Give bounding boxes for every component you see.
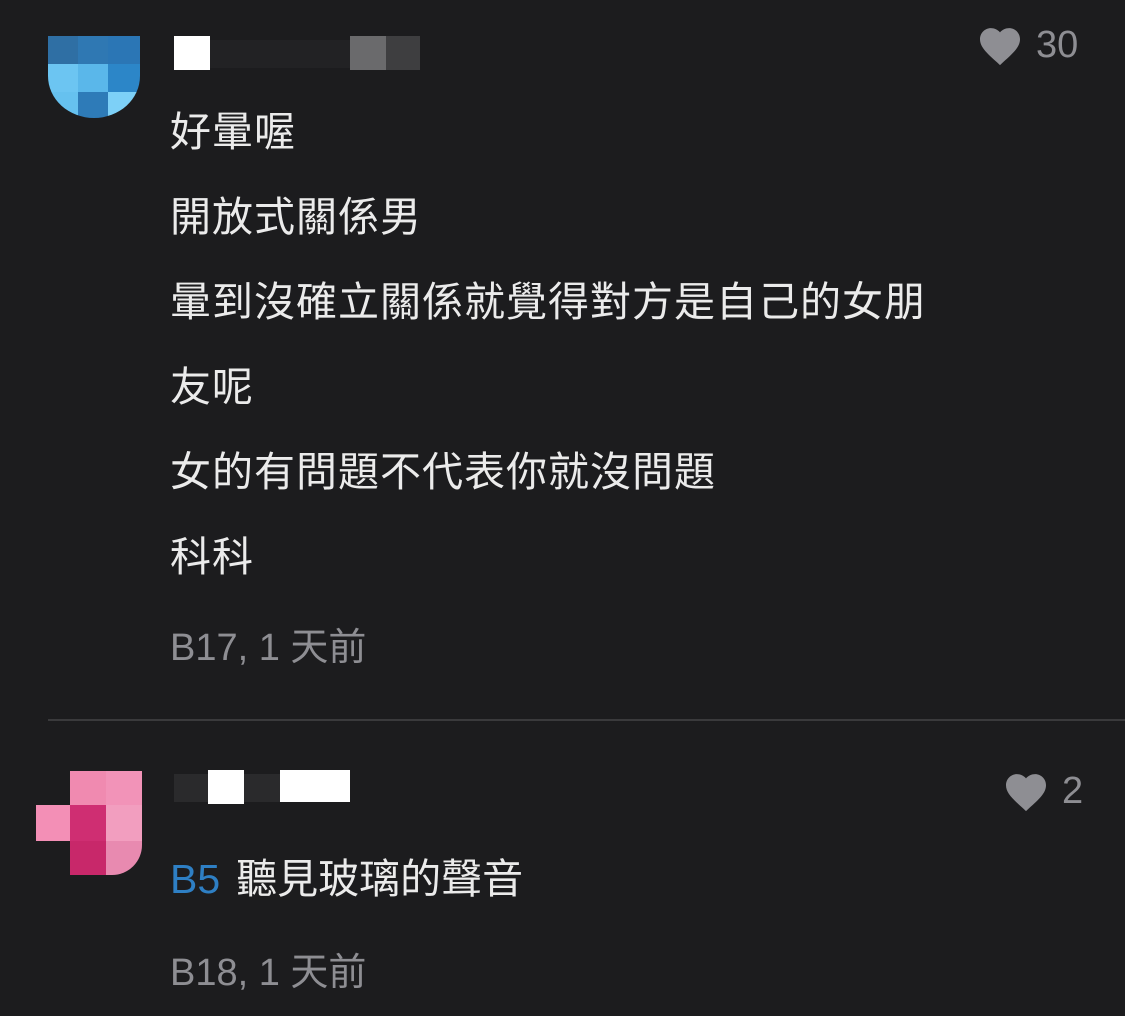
comment-text: B5 聽見玻璃的聲音 xyxy=(170,850,523,908)
heart-icon xyxy=(980,27,1020,65)
comment-line: 開放式關係男 xyxy=(170,193,422,241)
username-redacted[interactable] xyxy=(174,770,350,806)
comment-item xyxy=(0,721,1125,1016)
floor-reference-link[interactable]: B5 xyxy=(170,856,220,902)
like-button[interactable]: 2 xyxy=(1004,770,1083,813)
like-button[interactable]: 30 xyxy=(978,24,1078,67)
comment-item: 30 好暈喔 開放式關係男 暈到沒確立關係就覺得對方是自己的女朋 友呢 女的有問… xyxy=(0,0,1125,720)
heart-icon xyxy=(1006,773,1046,811)
comment-meta: B18, 1 天前 xyxy=(170,952,367,994)
comment-line: 暈到沒確立關係就覺得對方是自己的女朋 xyxy=(170,278,926,326)
like-count: 2 xyxy=(1062,770,1084,812)
comment-line: 好暈喔 xyxy=(170,108,296,156)
avatar[interactable] xyxy=(36,771,142,875)
comment-text: 好暈喔 開放式關係男 暈到沒確立關係就覺得對方是自己的女朋 友呢 女的有問題不代… xyxy=(170,90,926,600)
like-count: 30 xyxy=(1036,24,1079,66)
comment-line: 聽見玻璃的聲音 xyxy=(236,855,524,903)
comment-line: 女的有問題不代表你就沒問題 xyxy=(170,448,716,496)
comment-line: 友呢 xyxy=(170,363,254,411)
avatar[interactable] xyxy=(48,36,140,118)
comment-meta: B17, 1 天前 xyxy=(170,627,367,669)
username-redacted[interactable] xyxy=(174,36,420,72)
comment-line: 科科 xyxy=(170,533,254,581)
